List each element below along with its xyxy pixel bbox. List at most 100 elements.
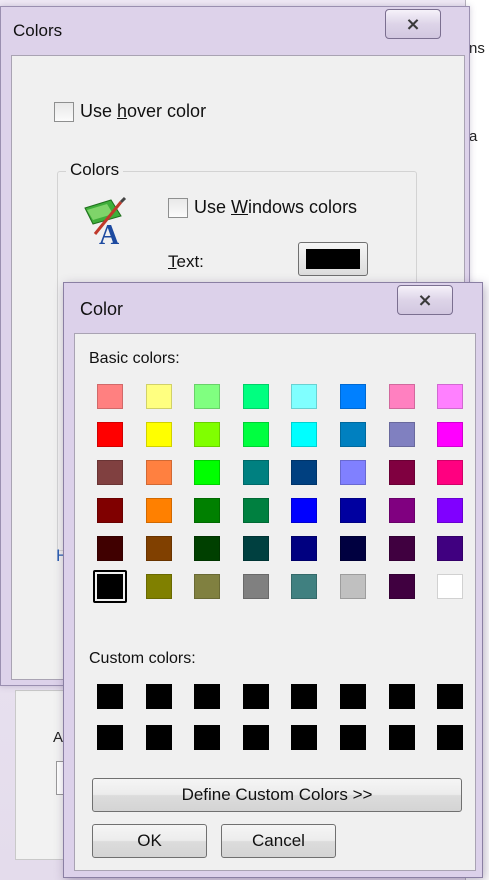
basic-color-swatch[interactable]: [287, 494, 321, 527]
basic-color-swatch[interactable]: [336, 494, 370, 527]
color-swatch-fill: [291, 384, 318, 409]
basic-color-swatch[interactable]: [433, 532, 467, 565]
basic-color-swatch[interactable]: [93, 456, 127, 489]
custom-color-swatch[interactable]: [93, 680, 127, 713]
basic-color-swatch[interactable]: [336, 456, 370, 489]
basic-color-swatch[interactable]: [93, 418, 127, 451]
color-swatch-fill: [437, 460, 464, 485]
custom-colors-grid: [93, 680, 467, 754]
custom-color-swatch[interactable]: [142, 721, 176, 754]
colors-dialog-close-button[interactable]: ⨯: [385, 9, 441, 39]
color-swatch-fill: [291, 725, 318, 750]
color-swatch-fill: [242, 384, 269, 409]
color-swatch-fill: [97, 384, 123, 409]
custom-color-swatch[interactable]: [287, 721, 321, 754]
basic-color-swatch[interactable]: [433, 494, 467, 527]
custom-color-swatch[interactable]: [336, 680, 370, 713]
custom-color-swatch[interactable]: [433, 721, 467, 754]
basic-color-swatch[interactable]: [385, 532, 419, 565]
color-swatch-fill: [291, 574, 318, 599]
color-swatch-fill: [242, 422, 269, 447]
basic-color-swatch[interactable]: [142, 418, 176, 451]
basic-color-swatch[interactable]: [93, 380, 127, 413]
basic-color-swatch[interactable]: [142, 494, 176, 527]
basic-color-swatch[interactable]: [93, 532, 127, 565]
color-swatch-fill: [339, 384, 366, 409]
color-swatch-fill: [388, 536, 415, 561]
custom-color-swatch[interactable]: [93, 721, 127, 754]
color-swatch-fill: [242, 684, 269, 709]
background-text-fragment: a: [469, 128, 478, 145]
color-swatch-fill: [194, 422, 221, 447]
basic-color-swatch[interactable]: [239, 532, 273, 565]
custom-color-swatch[interactable]: [142, 680, 176, 713]
basic-color-swatch[interactable]: [190, 456, 224, 489]
basic-color-swatch[interactable]: [433, 418, 467, 451]
basic-color-swatch[interactable]: [336, 418, 370, 451]
basic-color-swatch[interactable]: [93, 570, 127, 603]
basic-color-swatch[interactable]: [239, 494, 273, 527]
basic-color-swatch[interactable]: [433, 570, 467, 603]
paint-palette-icon: A: [84, 196, 127, 246]
basic-color-swatch[interactable]: [142, 532, 176, 565]
background-text-fragment: ns: [469, 40, 485, 57]
basic-color-swatch[interactable]: [190, 380, 224, 413]
basic-color-swatch[interactable]: [385, 456, 419, 489]
color-swatch-fill: [145, 536, 172, 561]
basic-color-swatch[interactable]: [385, 570, 419, 603]
basic-color-swatch[interactable]: [385, 418, 419, 451]
custom-color-swatch[interactable]: [239, 721, 273, 754]
basic-color-swatch[interactable]: [190, 570, 224, 603]
custom-color-swatch[interactable]: [433, 680, 467, 713]
basic-color-swatch[interactable]: [239, 380, 273, 413]
basic-color-swatch[interactable]: [336, 532, 370, 565]
basic-color-swatch[interactable]: [385, 380, 419, 413]
define-custom-colors-button[interactable]: Define Custom Colors >>: [92, 778, 462, 812]
use-hover-color-checkbox[interactable]: Use hover color: [54, 101, 206, 122]
custom-color-swatch[interactable]: [385, 680, 419, 713]
basic-color-swatch[interactable]: [287, 418, 321, 451]
cancel-button[interactable]: Cancel: [221, 824, 336, 858]
color-swatch-fill: [242, 460, 269, 485]
custom-color-swatch[interactable]: [287, 680, 321, 713]
basic-color-swatch[interactable]: [433, 456, 467, 489]
checkbox-box[interactable]: [168, 197, 188, 218]
basic-color-swatch[interactable]: [433, 380, 467, 413]
custom-color-swatch[interactable]: [385, 721, 419, 754]
basic-color-swatch[interactable]: [142, 570, 176, 603]
basic-color-swatch[interactable]: [93, 494, 127, 527]
basic-color-swatch[interactable]: [190, 532, 224, 565]
color-swatch-fill: [242, 725, 269, 750]
checkbox-box[interactable]: [54, 101, 74, 122]
color-swatch-fill: [194, 725, 221, 750]
color-swatch-fill: [291, 684, 318, 709]
custom-colors-label: Custom colors:: [89, 650, 196, 667]
basic-color-swatch[interactable]: [190, 494, 224, 527]
basic-color-swatch[interactable]: [239, 418, 273, 451]
basic-color-swatch[interactable]: [239, 570, 273, 603]
custom-color-swatch[interactable]: [239, 680, 273, 713]
basic-color-swatch[interactable]: [287, 456, 321, 489]
basic-color-swatch[interactable]: [336, 380, 370, 413]
custom-color-swatch[interactable]: [336, 721, 370, 754]
basic-color-swatch[interactable]: [287, 380, 321, 413]
basic-color-swatch[interactable]: [336, 570, 370, 603]
custom-color-swatch[interactable]: [190, 721, 224, 754]
color-swatch-fill: [145, 725, 172, 750]
basic-color-swatch[interactable]: [287, 532, 321, 565]
basic-color-swatch[interactable]: [142, 380, 176, 413]
text-color-button[interactable]: [298, 242, 368, 276]
colors-group-title: Colors: [66, 160, 124, 180]
color-swatch-fill: [242, 536, 269, 561]
basic-color-swatch[interactable]: [190, 418, 224, 451]
colors-dialog-title: Colors: [13, 21, 63, 40]
use-windows-colors-checkbox[interactable]: Use Windows colors: [168, 197, 357, 218]
basic-color-swatch[interactable]: [239, 456, 273, 489]
basic-color-swatch[interactable]: [385, 494, 419, 527]
color-swatch-fill: [145, 498, 172, 523]
custom-color-swatch[interactable]: [190, 680, 224, 713]
ok-button[interactable]: OK: [92, 824, 207, 858]
basic-color-swatch[interactable]: [142, 456, 176, 489]
basic-color-swatch[interactable]: [287, 570, 321, 603]
color-dialog-close-button[interactable]: ⨯: [397, 285, 453, 315]
